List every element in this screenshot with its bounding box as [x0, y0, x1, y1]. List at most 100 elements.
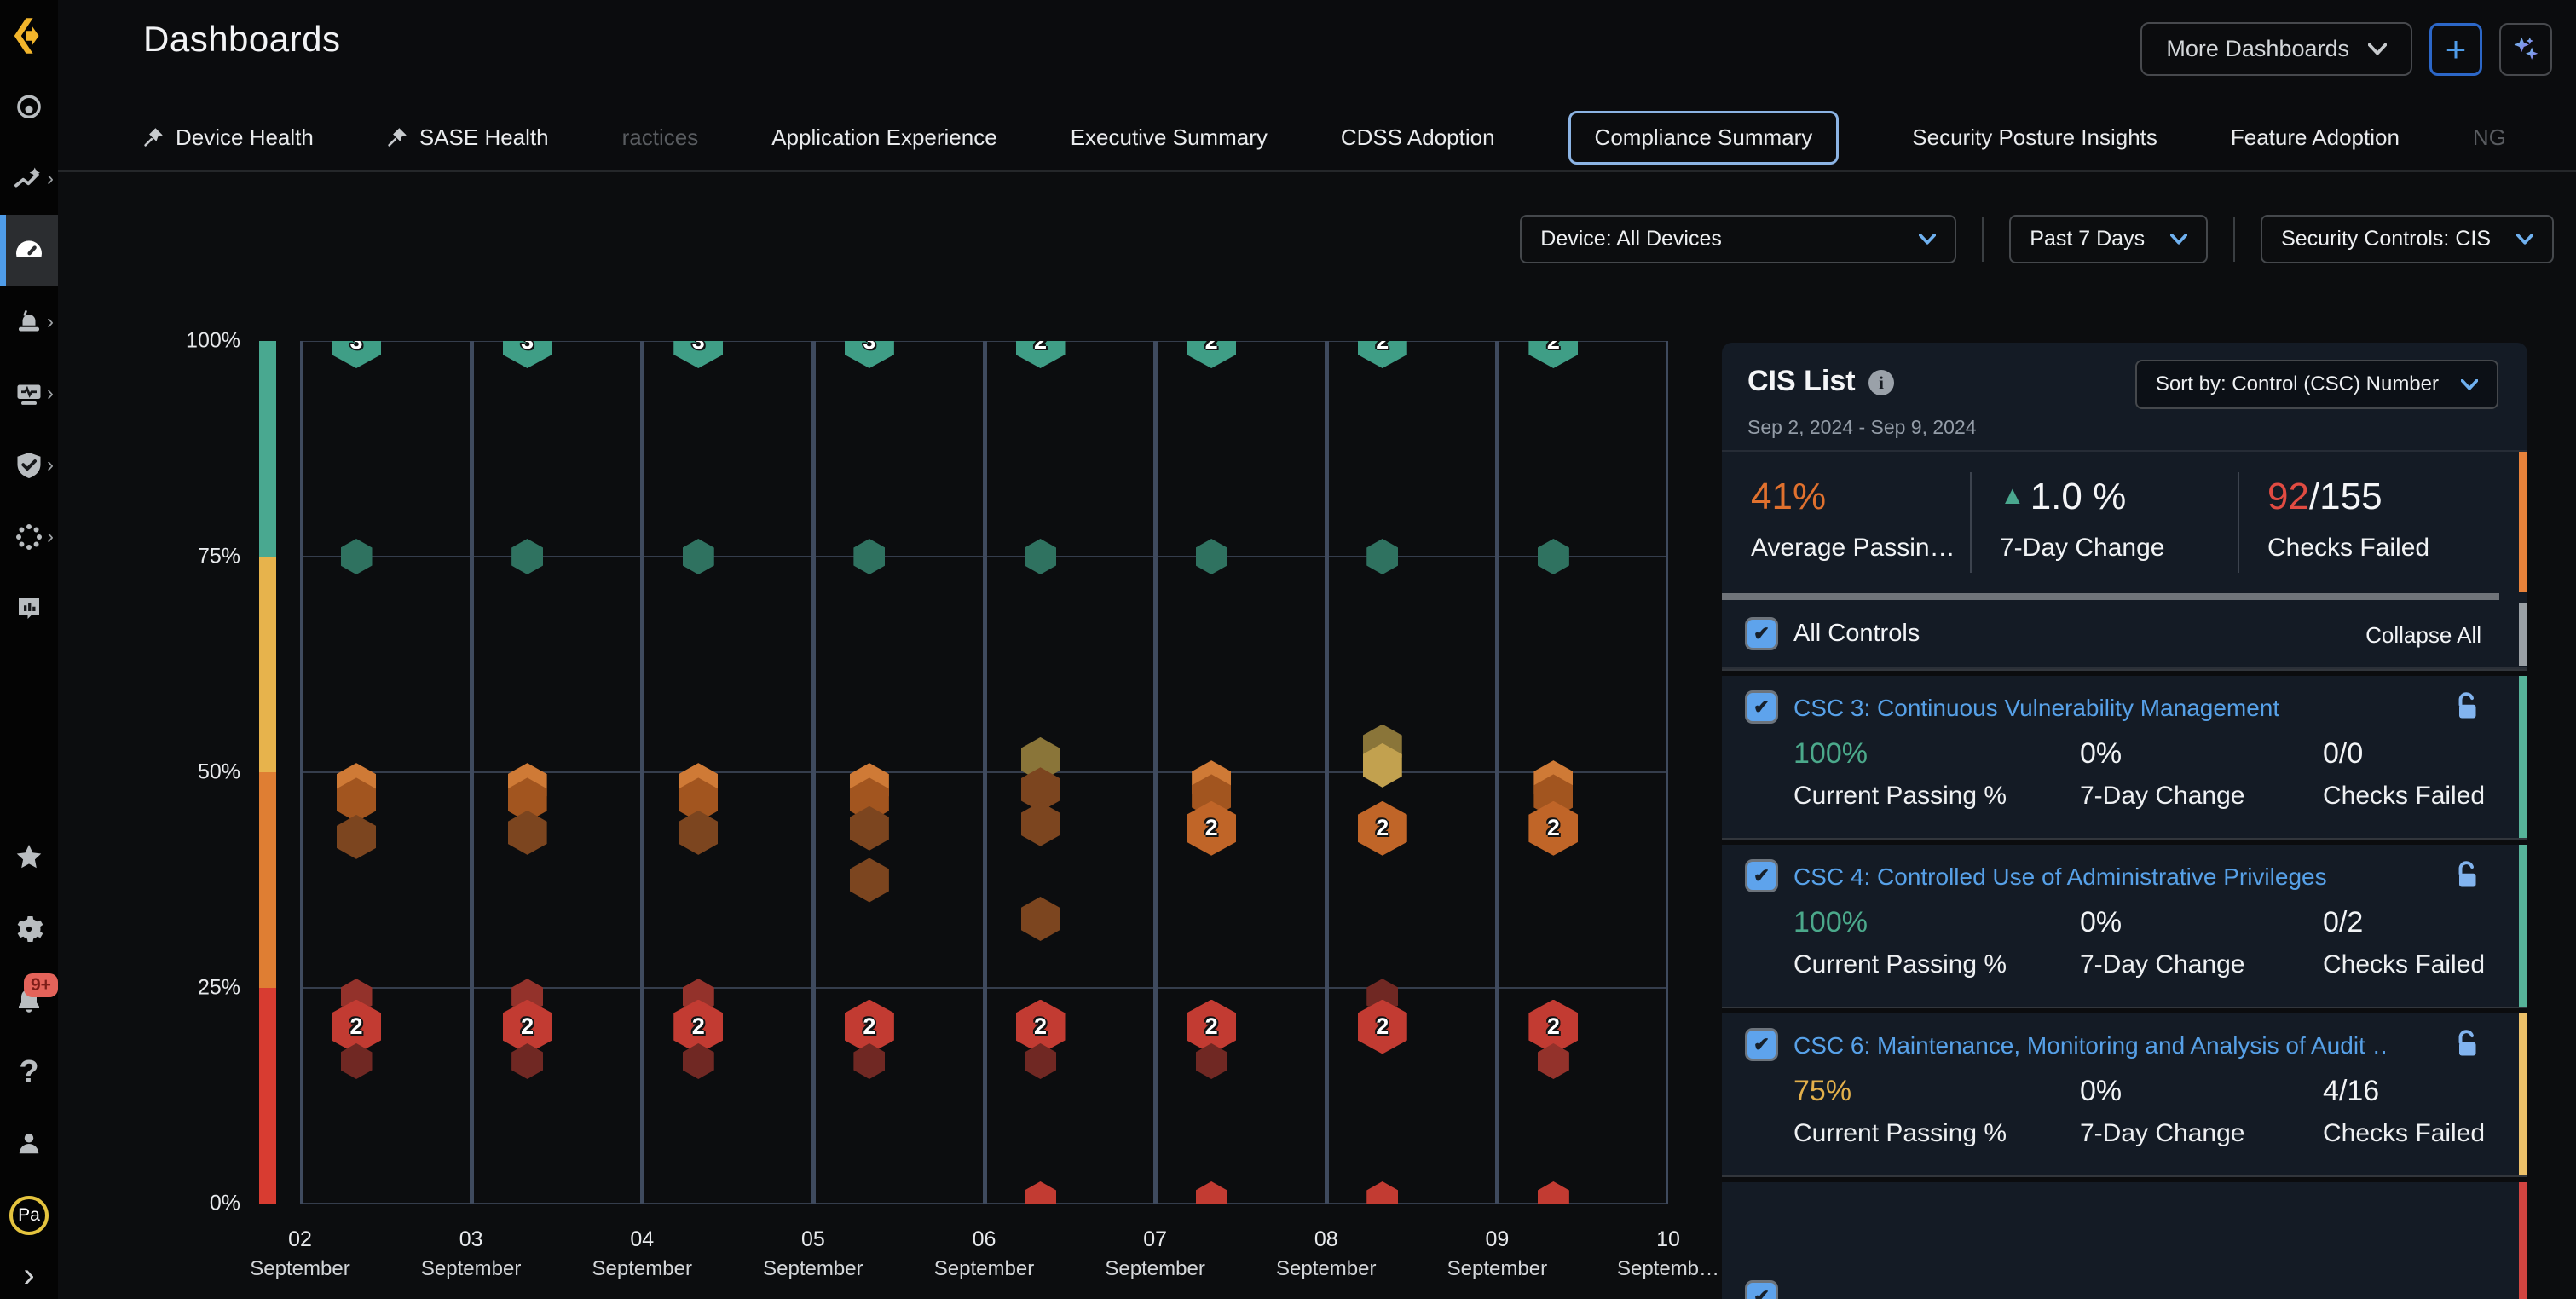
- hex-data-point[interactable]: 2: [1528, 341, 1578, 368]
- csc-3-link[interactable]: CSC 3: Continuous Vulnerability Manageme…: [1793, 695, 2279, 722]
- hex-data-point[interactable]: [1025, 1043, 1056, 1079]
- scrollbar-thumb[interactable]: [1722, 593, 2499, 600]
- hex-data-point[interactable]: [511, 539, 543, 574]
- hex-data-point[interactable]: [1021, 802, 1060, 846]
- sidebar-item-dashboards[interactable]: [0, 215, 58, 286]
- hex-data-point[interactable]: [1196, 1043, 1227, 1079]
- sidebar-item-reports[interactable]: [0, 573, 58, 644]
- tab-label: Compliance Summary: [1595, 124, 1813, 151]
- tab-ng[interactable]: NG: [2473, 124, 2506, 151]
- hex-data-point[interactable]: [1021, 897, 1060, 941]
- sidebar-item-incidents[interactable]: ›: [0, 286, 58, 358]
- hex-data-point[interactable]: [1025, 539, 1056, 574]
- sidebar-item-workflows[interactable]: ›: [0, 358, 58, 430]
- collapse-all-button[interactable]: Collapse All: [2365, 622, 2481, 649]
- hex-data-point[interactable]: 3: [845, 341, 894, 368]
- vertical-scrollbar-thumb[interactable]: [2519, 603, 2527, 666]
- csc-row-4[interactable]: CSC 4: Controlled Use of Administrative …: [1722, 845, 2527, 1007]
- hex-data-point[interactable]: 2: [1358, 1000, 1407, 1054]
- hex-data-point[interactable]: [1538, 1181, 1569, 1204]
- sidebar-item-settings[interactable]: [0, 893, 58, 965]
- panel-title: CIS List: [1747, 365, 1856, 398]
- csc-partial-checkbox[interactable]: [1747, 1283, 1776, 1299]
- tab-feature-adoption[interactable]: Feature Adoption: [2231, 124, 2400, 151]
- sidebar-expand-button[interactable]: ›: [0, 1251, 58, 1299]
- hex-data-point[interactable]: [337, 815, 376, 859]
- tab-device-health[interactable]: Device Health: [143, 124, 314, 151]
- sidebar-item-favorites[interactable]: [0, 822, 58, 893]
- sidebar-item-command-center[interactable]: [0, 72, 58, 143]
- tab-application-experience[interactable]: Application Experience: [771, 124, 997, 151]
- hex-data-point[interactable]: 3: [503, 341, 552, 368]
- hex-data-point[interactable]: 2: [1016, 341, 1066, 368]
- passing-color-scale: [259, 341, 276, 1204]
- tab-sase-health[interactable]: SASE Health: [387, 124, 549, 151]
- tab-executive-summary[interactable]: Executive Summary: [1071, 124, 1268, 151]
- csc-6-checkbox[interactable]: [1747, 1031, 1776, 1059]
- hex-data-point[interactable]: [341, 1043, 373, 1079]
- date-range-label: Sep 2, 2024 - Sep 9, 2024: [1747, 416, 1977, 439]
- hex-data-point[interactable]: [853, 1043, 885, 1079]
- tab-label: Device Health: [176, 124, 314, 151]
- unlock-icon[interactable]: [2454, 691, 2480, 726]
- csc-row-partial[interactable]: [1722, 1182, 2527, 1299]
- csc-row-3[interactable]: CSC 3: Continuous Vulnerability Manageme…: [1722, 676, 2527, 838]
- sidebar-item-help[interactable]: ?: [0, 1036, 58, 1108]
- csc-row-6[interactable]: CSC 6: Maintenance, Monitoring and Analy…: [1722, 1013, 2527, 1175]
- csc-3-checkbox[interactable]: [1747, 693, 1776, 721]
- hex-data-point[interactable]: 3: [673, 341, 723, 368]
- hex-data-point[interactable]: [1025, 1181, 1056, 1204]
- unlock-icon[interactable]: [2454, 1029, 2480, 1064]
- shield-check-icon: [14, 450, 44, 481]
- info-icon[interactable]: i: [1868, 370, 1894, 395]
- sidebar-item-insights[interactable]: ›: [0, 143, 58, 215]
- sidebar-item-security-posture[interactable]: ›: [0, 430, 58, 501]
- tab-compliance-summary[interactable]: Compliance Summary: [1568, 111, 1840, 165]
- hex-data-point[interactable]: [679, 811, 718, 855]
- hex-data-point[interactable]: [511, 1043, 543, 1079]
- sidebar-item-settings-objects[interactable]: ›: [0, 501, 58, 573]
- header-actions: More Dashboards +: [2140, 22, 2552, 76]
- sidebar-item-notifications[interactable]: 9+: [0, 965, 58, 1036]
- command-center-icon: [14, 92, 44, 123]
- ai-assistant-button[interactable]: [2499, 23, 2552, 76]
- all-controls-checkbox[interactable]: [1747, 620, 1776, 648]
- hex-data-point[interactable]: [1538, 1043, 1569, 1079]
- csc-6-link[interactable]: CSC 6: Maintenance, Monitoring and Analy…: [1793, 1032, 2390, 1059]
- gear-icon: [14, 914, 44, 944]
- csc-4-link[interactable]: CSC 4: Controlled Use of Administrative …: [1793, 863, 2327, 891]
- hex-data-point[interactable]: 2: [1528, 801, 1578, 856]
- hex-data-point[interactable]: [1366, 539, 1398, 574]
- hex-data-point[interactable]: [850, 858, 889, 903]
- tab-security-posture-insights[interactable]: Security Posture Insights: [1912, 124, 2157, 151]
- app-logo[interactable]: [0, 0, 58, 72]
- hex-data-point[interactable]: 3: [332, 341, 381, 368]
- hex-data-point[interactable]: [1366, 1181, 1398, 1204]
- sort-by-select[interactable]: Sort by: Control (CSC) Number: [2135, 360, 2498, 409]
- horizontal-scrollbar[interactable]: [1722, 592, 2527, 601]
- time-range-filter-select[interactable]: Past 7 Days: [2009, 215, 2208, 263]
- sidebar-item-user[interactable]: [0, 1108, 58, 1180]
- more-dashboards-button[interactable]: More Dashboards: [2140, 22, 2412, 76]
- person-icon: [14, 1129, 44, 1159]
- hex-data-point[interactable]: 2: [1187, 801, 1236, 856]
- csc-4-checkbox[interactable]: [1747, 862, 1776, 890]
- hex-data-point[interactable]: [1538, 539, 1569, 574]
- sidebar: › › › › › 9+ ?: [0, 0, 58, 1299]
- sidebar-item-account[interactable]: Pa: [0, 1180, 58, 1251]
- security-controls-filter-select[interactable]: Security Controls: CIS: [2261, 215, 2554, 263]
- tab-ractices[interactable]: ractices: [622, 124, 699, 151]
- unlock-icon[interactable]: [2454, 860, 2480, 895]
- hex-data-point[interactable]: 2: [1358, 801, 1407, 856]
- tab-cdss-adoption[interactable]: CDSS Adoption: [1341, 124, 1495, 151]
- hex-data-point[interactable]: [341, 539, 373, 574]
- hex-data-point[interactable]: [853, 539, 885, 574]
- hex-data-point[interactable]: [1196, 1181, 1227, 1204]
- hex-data-point[interactable]: [508, 811, 547, 855]
- add-dashboard-button[interactable]: +: [2429, 23, 2482, 76]
- hex-data-point[interactable]: 2: [1358, 341, 1407, 368]
- hex-data-point[interactable]: [683, 1043, 714, 1079]
- hex-data-point[interactable]: 2: [1187, 341, 1236, 368]
- hex-data-point[interactable]: [1196, 539, 1227, 574]
- hex-data-point[interactable]: [683, 539, 714, 574]
